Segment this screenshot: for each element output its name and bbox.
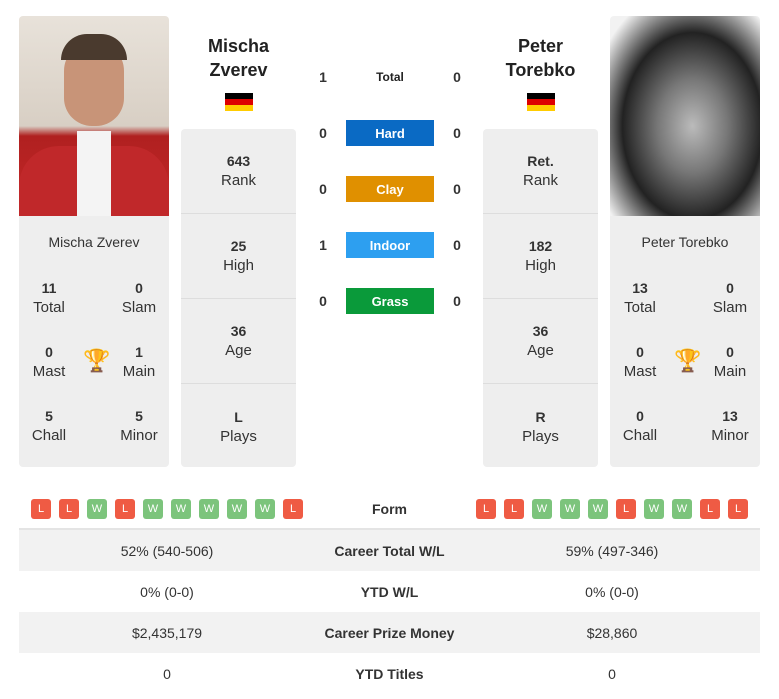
form-badge: L bbox=[728, 498, 748, 519]
form-badge: W bbox=[87, 498, 107, 519]
player2-photo bbox=[610, 16, 760, 216]
germany-flag-icon bbox=[527, 93, 555, 111]
surface-label[interactable]: Indoor bbox=[346, 232, 434, 258]
form-badge: W bbox=[171, 498, 191, 519]
form-badge: W bbox=[199, 498, 219, 519]
form-badge: L bbox=[504, 498, 524, 519]
player1-chall: 5 Chall bbox=[31, 408, 67, 444]
player1-stats: 643 Rank 25 High 36 Age L Plays bbox=[181, 129, 296, 467]
form-badge: W bbox=[255, 498, 275, 519]
trophy-icon: 🏆 bbox=[674, 348, 702, 373]
player1-slam: 0 Slam bbox=[121, 280, 157, 316]
player1-card: Mischa Zverev 11 Total 0 Slam 0 Mast 🏆 1 Mai… bbox=[19, 216, 169, 467]
surface-label[interactable]: Clay bbox=[346, 176, 434, 202]
comparison-row: 52% (540-506) Career Total W/L 59% (497-34… bbox=[19, 530, 760, 571]
player2-stats: Ret. Rank 182 High 36 Age R Plays bbox=[483, 129, 598, 467]
player1-form: LLWLWWWWWL bbox=[19, 498, 315, 519]
player2-form: LLWWWLWWLL bbox=[464, 498, 760, 519]
surface-label[interactable]: Grass bbox=[346, 288, 434, 314]
form-badge: L bbox=[31, 498, 51, 519]
surface-label[interactable]: Total bbox=[346, 64, 434, 90]
form-badge: L bbox=[616, 498, 636, 519]
player1-total: 11 Total bbox=[33, 280, 65, 316]
form-badge: W bbox=[143, 498, 163, 519]
player2-card: Peter Torebko 13 Total 0 Slam 0 Mast 🏆 0 Mai… bbox=[610, 216, 760, 467]
comparison-row: L L W L W W W W W L Form L L W W W L W W L L bbox=[19, 489, 760, 530]
h2h-row-indoor: 1 Indoor 0 bbox=[300, 232, 480, 258]
form-badge: W bbox=[588, 498, 608, 519]
player1-main: 1 Main bbox=[122, 344, 156, 380]
player1-photo bbox=[19, 16, 169, 216]
h2h-row-clay: 0 Clay 0 bbox=[300, 176, 480, 202]
h2h-row-grass: 0 Grass 0 bbox=[300, 288, 480, 314]
form-badge: L bbox=[115, 498, 135, 519]
comparison-row: $2,435,179 Career Prize Money $28,860 bbox=[19, 612, 760, 653]
comparison-row: 0 YTD Titles 0 bbox=[163, 665, 616, 682]
germany-flag-icon bbox=[225, 93, 253, 111]
form-badge: W bbox=[532, 498, 552, 519]
player2-name: Peter Torebko bbox=[641, 234, 729, 250]
form-badge: W bbox=[560, 498, 580, 519]
h2h-row-hard: 0 Hard 0 bbox=[300, 120, 480, 146]
form-badge: L bbox=[59, 498, 79, 519]
player1-mast: 0 Mast bbox=[32, 344, 66, 380]
surface-label[interactable]: Hard bbox=[346, 120, 434, 146]
form-badge: W bbox=[644, 498, 664, 519]
player1-name: Mischa Zverev bbox=[48, 234, 140, 250]
player1-title[interactable]: Mischa Zverev bbox=[181, 34, 296, 82]
form-badge: L bbox=[476, 498, 496, 519]
form-badge: W bbox=[672, 498, 692, 519]
form-badge: L bbox=[700, 498, 720, 519]
trophy-icon: 🏆 bbox=[83, 348, 111, 373]
h2h-row-total: 1 Total 0 bbox=[300, 64, 480, 90]
player1-minor: 5 Minor bbox=[120, 408, 158, 444]
form-badge: W bbox=[227, 498, 247, 519]
form-badge: L bbox=[283, 498, 303, 519]
player2-title[interactable]: Peter Torebko bbox=[483, 34, 598, 82]
comparison-row: 0% (0-0) YTD W/L 0% (0-0) bbox=[140, 583, 639, 600]
